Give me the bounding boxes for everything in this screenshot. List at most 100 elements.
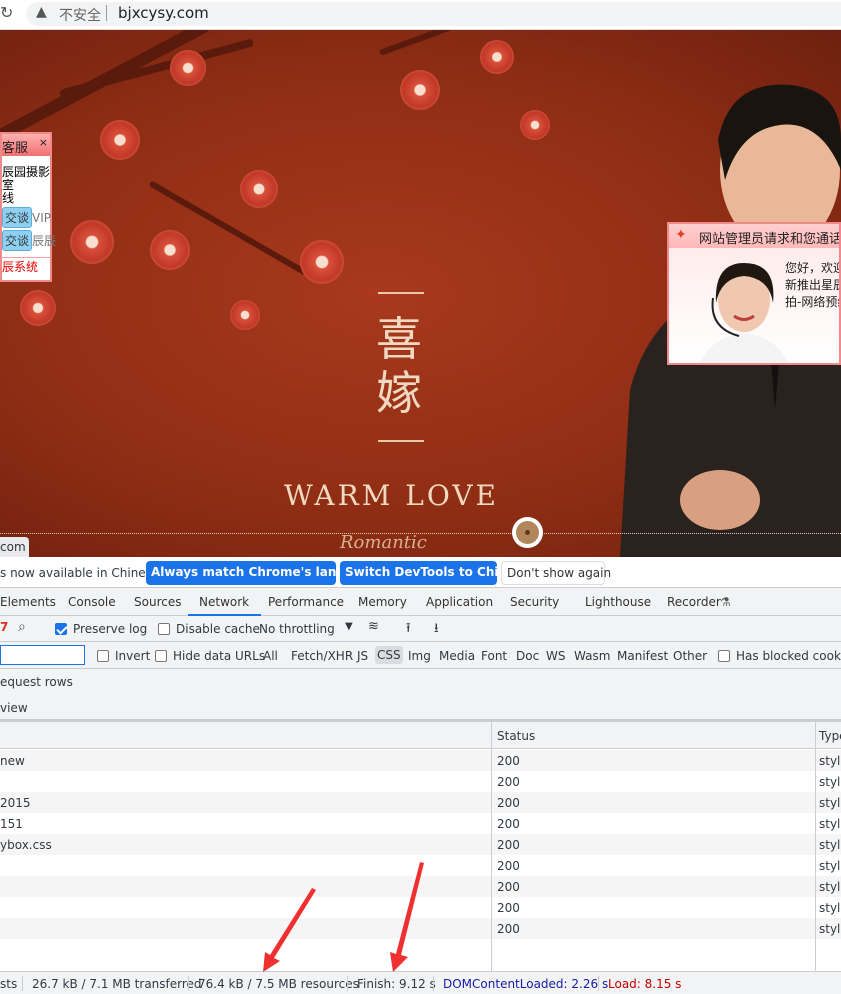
title-char-jia: 嫁: [376, 366, 422, 420]
table-row[interactable]: 200 style: [0, 855, 841, 876]
dont-show-again-button[interactable]: Don't show again: [501, 561, 611, 585]
tab-sources[interactable]: Sources: [134, 595, 181, 609]
chat-button[interactable]: 交谈: [2, 230, 33, 251]
switch-to-chinese-button[interactable]: Switch DevTools to Chinese: [340, 561, 530, 585]
cell-status: 200: [497, 754, 520, 768]
disable-cache-checkbox[interactable]: [158, 623, 170, 635]
tab-application[interactable]: Application: [426, 595, 493, 609]
tab-console[interactable]: Console: [68, 595, 116, 609]
finish-time: Finish: 9.12 s: [357, 977, 436, 991]
warning-triangle-icon[interactable]: ▲: [36, 4, 47, 20]
cell-type: style: [819, 775, 841, 789]
chat-button[interactable]: 交谈: [2, 207, 33, 228]
infobar-message: s now available in Chinese!: [0, 566, 165, 580]
security-label[interactable]: 不安全: [59, 5, 101, 25]
type-fetch-xhr[interactable]: Fetch/XHR: [291, 649, 353, 663]
close-icon[interactable]: ×: [39, 136, 48, 149]
widget-title: 客服: [2, 141, 29, 156]
disable-cache-label: Disable cache: [176, 622, 260, 636]
plum-blossom: [400, 70, 440, 110]
table-row[interactable]: 200 style: [0, 876, 841, 897]
option-request-rows[interactable]: equest rows: [0, 675, 73, 689]
reload-icon[interactable]: ↻: [0, 3, 13, 22]
plum-blossom: [520, 110, 550, 140]
type-js[interactable]: JS: [357, 649, 368, 663]
plum-blossom: [170, 50, 206, 86]
filter-icon[interactable]: 7: [0, 620, 8, 634]
plum-blossom: [230, 300, 260, 330]
table-row[interactable]: 200 style: [0, 897, 841, 918]
network-conditions-icon[interactable]: ≋: [368, 619, 379, 634]
throttling-select[interactable]: No throttling: [259, 622, 335, 636]
blocked-cookies-checkbox[interactable]: [718, 650, 730, 662]
cell-name: 151: [0, 817, 23, 831]
option-overview[interactable]: view: [0, 701, 28, 715]
divider: [106, 5, 107, 21]
settings-area: equest rows view: [0, 669, 841, 722]
tab-memory[interactable]: Memory: [358, 595, 407, 609]
cell-status: 200: [497, 838, 520, 852]
download-icon[interactable]: ⭳: [434, 619, 439, 641]
chevron-down-icon[interactable]: ▼: [345, 621, 353, 632]
popup-line: 新推出星辰: [785, 278, 841, 292]
tab-recorder[interactable]: Recorder: [667, 595, 721, 609]
tab-performance[interactable]: Performance: [268, 595, 344, 609]
load-time: Load: 8.15 s: [608, 977, 682, 991]
slider-dot[interactable]: [512, 517, 543, 548]
plum-blossom: [100, 120, 140, 160]
popup-line: 您好，欢迎: [785, 261, 841, 275]
preserve-log-label: Preserve log: [73, 622, 148, 636]
column-divider: [491, 722, 492, 971]
type-ws[interactable]: WS: [546, 649, 565, 663]
cell-name: ybox.css: [0, 838, 52, 852]
status-url-tab: com: [0, 537, 29, 557]
ornament-bottom: [378, 440, 424, 442]
type-media[interactable]: Media: [439, 649, 475, 663]
filter-bar: Invert Hide data URLs All Fetch/XHR JS C…: [0, 642, 841, 669]
table-row[interactable]: 2015 200 style: [0, 792, 841, 813]
table-row[interactable]: new 200 style: [0, 750, 841, 771]
search-icon[interactable]: ⌕: [18, 619, 26, 635]
tab-elements[interactable]: Elements: [0, 595, 56, 609]
cell-type: style: [819, 901, 841, 915]
cell-type: style: [819, 817, 841, 831]
table-row[interactable]: ybox.css 200 style: [0, 834, 841, 855]
type-wasm[interactable]: Wasm: [574, 649, 610, 663]
url-text[interactable]: bjxcysy.com: [118, 4, 209, 22]
devtools-tabs: Elements Console Sources Network Perform…: [0, 588, 841, 616]
type-css[interactable]: CSS: [375, 646, 403, 664]
requests-count: sts: [0, 977, 18, 991]
popup-line: 拍-网络预约: [785, 295, 839, 309]
type-font[interactable]: Font: [481, 649, 507, 663]
filter-input[interactable]: [0, 645, 85, 665]
cell-name: 2015: [0, 796, 31, 810]
plum-blossom: [20, 290, 56, 326]
table-row[interactable]: 200 style: [0, 918, 841, 939]
tab-security[interactable]: Security: [510, 595, 559, 609]
plum-blossom: [480, 40, 514, 74]
type-all[interactable]: All: [263, 649, 278, 663]
type-manifest[interactable]: Manifest: [617, 649, 668, 663]
tab-network[interactable]: Network: [188, 595, 262, 616]
always-match-language-button[interactable]: Always match Chrome's language: [146, 561, 378, 585]
table-row[interactable]: 151 200 style: [0, 813, 841, 834]
invert-checkbox[interactable]: [97, 650, 109, 662]
resources-size: 76.4 kB / 7.5 MB resources: [198, 977, 359, 991]
network-toolbar: 7 ⌕ Preserve log Disable cache No thrott…: [0, 616, 841, 642]
hide-data-urls-checkbox[interactable]: [155, 650, 167, 662]
column-type[interactable]: Type: [819, 729, 841, 743]
cell-name: new: [0, 754, 25, 768]
preserve-log-checkbox[interactable]: [55, 623, 67, 635]
hide-data-urls-label: Hide data URLs: [173, 649, 266, 663]
type-doc[interactable]: Doc: [516, 649, 539, 663]
cell-type: style: [819, 922, 841, 936]
tab-lighthouse[interactable]: Lighthouse: [585, 595, 651, 609]
column-status[interactable]: Status: [497, 729, 535, 743]
type-img[interactable]: Img: [408, 649, 431, 663]
cell-status: 200: [497, 796, 520, 810]
type-other[interactable]: Other: [673, 649, 707, 663]
plum-blossom: [70, 220, 114, 264]
upload-icon[interactable]: ⭱: [406, 619, 411, 641]
table-row[interactable]: 200 style: [0, 771, 841, 792]
omnibox[interactable]: ▲ 不安全 bjxcysy.com: [26, 2, 841, 26]
